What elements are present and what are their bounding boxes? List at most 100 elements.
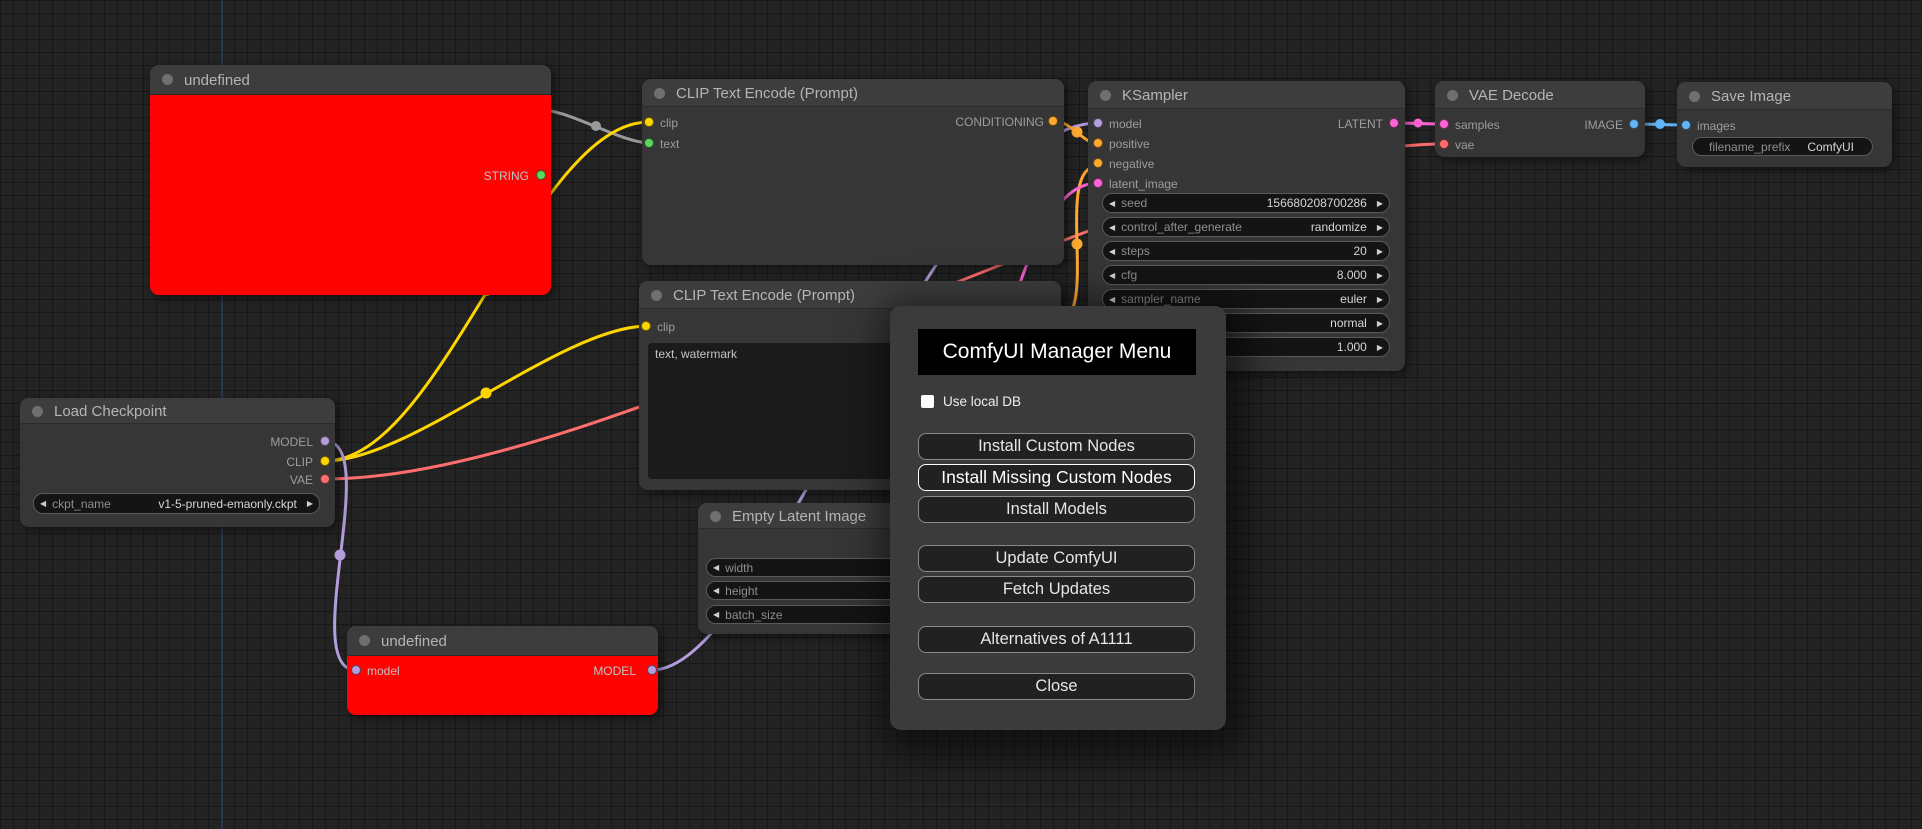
widget-label: control_after_generate bbox=[1121, 220, 1242, 234]
node-title-bar[interactable]: Save Image bbox=[1677, 82, 1892, 110]
collapse-dot-icon[interactable] bbox=[710, 511, 721, 522]
input-slot-samples[interactable] bbox=[1439, 119, 1449, 129]
increment-arrow-icon[interactable]: ▶ bbox=[1371, 247, 1389, 256]
increment-arrow-icon[interactable]: ▶ bbox=[1371, 343, 1389, 352]
output-slot-conditioning[interactable] bbox=[1048, 116, 1058, 126]
input-label: images bbox=[1697, 119, 1736, 133]
decrement-arrow-icon[interactable]: ◀ bbox=[1103, 295, 1121, 304]
output-slot-image[interactable] bbox=[1629, 119, 1639, 129]
increment-arrow-icon[interactable]: ▶ bbox=[301, 499, 319, 508]
output-slot-model[interactable] bbox=[320, 436, 330, 446]
input-slot-latent-image[interactable] bbox=[1093, 178, 1103, 188]
use-local-db-label: Use local DB bbox=[943, 394, 1022, 409]
input-slot-model[interactable] bbox=[351, 665, 361, 675]
graph-canvas[interactable]: undefined STRING CLIP Text Encode (Promp… bbox=[0, 0, 1922, 829]
widget-steps[interactable]: ◀ steps 20 ▶ bbox=[1102, 241, 1390, 261]
input-slot-positive[interactable] bbox=[1093, 138, 1103, 148]
install-missing-custom-nodes-button[interactable]: Install Missing Custom Nodes bbox=[918, 464, 1195, 491]
link-dot bbox=[1071, 238, 1083, 250]
output-label: CLIP bbox=[286, 455, 313, 469]
increment-arrow-icon[interactable]: ▶ bbox=[1371, 295, 1389, 304]
node-title-bar[interactable]: CLIP Text Encode (Prompt) bbox=[639, 281, 1061, 309]
close-button[interactable]: Close bbox=[918, 673, 1195, 700]
node-title: CLIP Text Encode (Prompt) bbox=[673, 287, 856, 304]
input-slot-negative[interactable] bbox=[1093, 158, 1103, 168]
node-save-image[interactable]: Save Image images filename_prefix ComfyU… bbox=[1677, 82, 1892, 167]
node-title: Load Checkpoint bbox=[54, 403, 167, 420]
node-title-bar[interactable]: VAE Decode bbox=[1435, 81, 1645, 109]
widget-ckpt-name[interactable]: ◀ ckpt_name v1-5-pruned-emaonly.ckpt ▶ bbox=[33, 493, 320, 514]
node-vae-decode[interactable]: VAE Decode samples vae IMAGE bbox=[1435, 81, 1645, 157]
node-title-bar[interactable]: Empty Latent Image bbox=[698, 503, 898, 529]
node-title-bar[interactable]: Load Checkpoint bbox=[20, 398, 335, 424]
input-label: positive bbox=[1109, 137, 1150, 151]
output-slot-string[interactable] bbox=[536, 170, 546, 180]
input-slot-vae[interactable] bbox=[1439, 139, 1449, 149]
collapse-dot-icon[interactable] bbox=[1689, 91, 1700, 102]
widget-seed[interactable]: ◀ seed 156680208700286 ▶ bbox=[1102, 193, 1390, 213]
alternatives-of-a1111-button[interactable]: Alternatives of A1111 bbox=[918, 626, 1195, 653]
output-slot-vae[interactable] bbox=[320, 474, 330, 484]
collapse-dot-icon[interactable] bbox=[1447, 90, 1458, 101]
link-dot bbox=[334, 549, 346, 561]
fetch-updates-button[interactable]: Fetch Updates bbox=[918, 576, 1195, 603]
node-title-bar[interactable]: undefined bbox=[150, 65, 551, 95]
widget-label: width bbox=[725, 560, 754, 575]
node-title: KSampler bbox=[1122, 87, 1188, 104]
collapse-dot-icon[interactable] bbox=[654, 88, 665, 99]
manager-menu-dialog: ComfyUI Manager Menu Use local DB Instal… bbox=[890, 306, 1226, 730]
install-models-button[interactable]: Install Models bbox=[918, 496, 1195, 523]
node-clip-text-encode-1[interactable]: CLIP Text Encode (Prompt) clip text COND… bbox=[642, 79, 1064, 265]
input-label: negative bbox=[1109, 157, 1155, 171]
increment-arrow-icon[interactable]: ▶ bbox=[1371, 223, 1389, 232]
node-load-checkpoint[interactable]: Load Checkpoint MODEL CLIP VAE ◀ ckpt_na… bbox=[20, 398, 335, 527]
decrement-arrow-icon[interactable]: ◀ bbox=[1103, 223, 1121, 232]
widget-control-after-generate[interactable]: ◀ control_after_generate randomize ▶ bbox=[1102, 217, 1390, 237]
widget-value: ComfyUI bbox=[1807, 139, 1854, 154]
widget-filename-prefix[interactable]: filename_prefix ComfyUI bbox=[1692, 137, 1873, 156]
input-slot-images[interactable] bbox=[1681, 120, 1691, 130]
node-title-bar[interactable]: KSampler bbox=[1088, 81, 1405, 109]
increment-arrow-icon[interactable]: ▶ bbox=[1371, 199, 1389, 208]
install-custom-nodes-button[interactable]: Install Custom Nodes bbox=[918, 433, 1195, 460]
input-slot-clip[interactable] bbox=[641, 321, 651, 331]
input-slot-clip[interactable] bbox=[644, 117, 654, 127]
widget-value: randomize bbox=[1310, 220, 1367, 234]
decrement-arrow-icon[interactable]: ◀ bbox=[707, 610, 725, 619]
error-node-body bbox=[150, 95, 551, 295]
output-slot-model[interactable] bbox=[647, 665, 657, 675]
input-slot-text[interactable] bbox=[644, 138, 654, 148]
decrement-arrow-icon[interactable]: ◀ bbox=[707, 563, 725, 572]
widget-label: seed bbox=[1121, 196, 1148, 210]
node-undefined-bottom[interactable]: undefined model MODEL bbox=[347, 626, 658, 715]
decrement-arrow-icon[interactable]: ◀ bbox=[1103, 199, 1121, 208]
decrement-arrow-icon[interactable]: ◀ bbox=[707, 586, 725, 595]
widget-label: sampler_name bbox=[1121, 292, 1201, 306]
increment-arrow-icon[interactable]: ▶ bbox=[1371, 319, 1389, 328]
use-local-db-checkbox[interactable] bbox=[921, 395, 934, 408]
widget-value: v1-5-pruned-emaonly.ckpt bbox=[158, 496, 297, 511]
output-slot-latent[interactable] bbox=[1389, 118, 1399, 128]
node-title: VAE Decode bbox=[1469, 87, 1554, 104]
decrement-arrow-icon[interactable]: ◀ bbox=[1103, 247, 1121, 256]
output-slot-clip[interactable] bbox=[320, 456, 330, 466]
collapse-dot-icon[interactable] bbox=[32, 406, 43, 417]
collapse-dot-icon[interactable] bbox=[1100, 90, 1111, 101]
decrement-arrow-icon[interactable]: ◀ bbox=[34, 499, 52, 508]
decrement-arrow-icon[interactable]: ◀ bbox=[1103, 271, 1121, 280]
input-slot-model[interactable] bbox=[1093, 118, 1103, 128]
collapse-dot-icon[interactable] bbox=[651, 290, 662, 301]
collapse-dot-icon[interactable] bbox=[162, 74, 173, 85]
node-empty-latent-image[interactable]: Empty Latent Image ◀ width ◀ height ◀ ba… bbox=[698, 503, 986, 634]
collapse-dot-icon[interactable] bbox=[359, 635, 370, 646]
link-dot bbox=[591, 121, 601, 131]
widget-value: 8.000 bbox=[1336, 268, 1367, 282]
widget-cfg[interactable]: ◀ cfg 8.000 ▶ bbox=[1102, 265, 1390, 285]
node-title-bar[interactable]: CLIP Text Encode (Prompt) bbox=[642, 79, 1064, 107]
increment-arrow-icon[interactable]: ▶ bbox=[1371, 271, 1389, 280]
update-comfyui-button[interactable]: Update ComfyUI bbox=[918, 545, 1195, 572]
node-title-bar[interactable]: undefined bbox=[347, 626, 658, 656]
node-undefined-top[interactable]: undefined STRING bbox=[150, 65, 551, 295]
input-label: samples bbox=[1455, 118, 1500, 132]
input-label: model bbox=[367, 664, 400, 678]
